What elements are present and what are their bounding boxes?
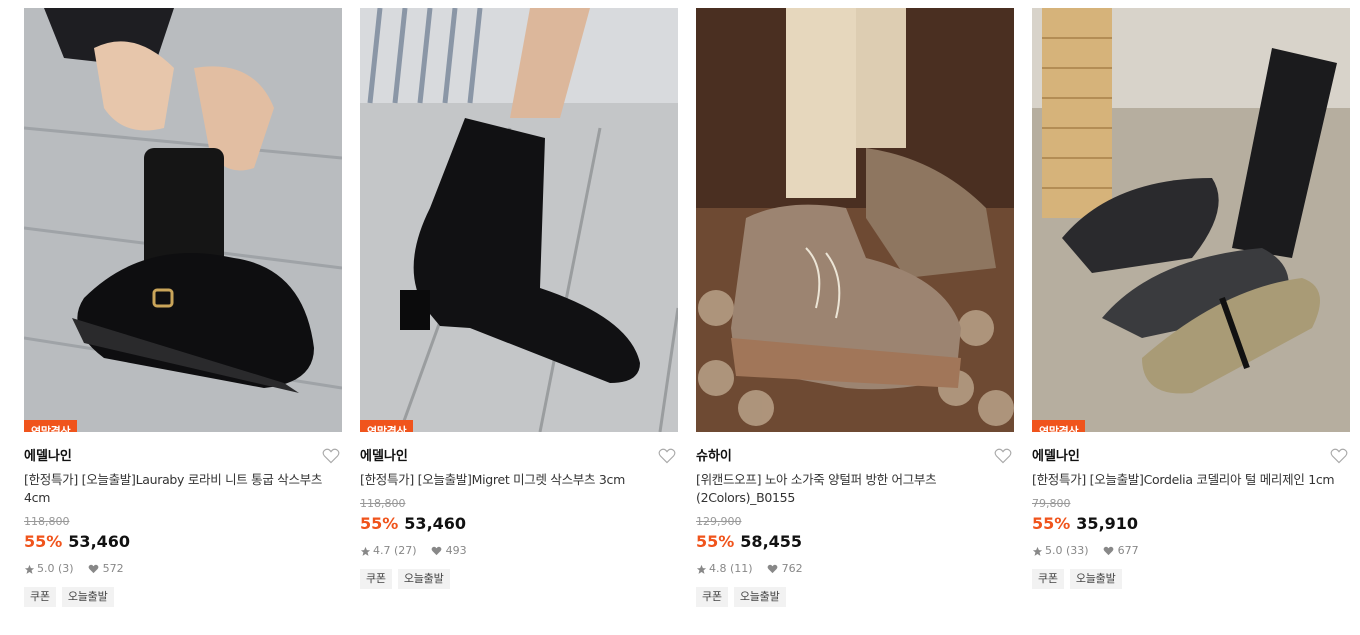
tag-coupon: 쿠폰 — [1032, 569, 1064, 589]
product-image[interactable] — [696, 8, 1014, 432]
star-icon — [1032, 546, 1043, 556]
star-icon — [24, 564, 35, 574]
black-sock-boot-photo-icon — [360, 8, 678, 432]
tag-today-ship: 오늘출발 — [397, 569, 450, 589]
like-heart-icon — [88, 564, 98, 574]
product-name[interactable]: [한정특가] [오늘출발]Cordelia 코델리아 털 메리제인 1cm — [1032, 471, 1350, 489]
like-heart-icon — [767, 564, 777, 574]
like-count: 572 — [102, 562, 124, 575]
wishlist-heart-icon[interactable] — [994, 448, 1012, 464]
tag-coupon: 쿠폰 — [360, 569, 392, 589]
wishlist-heart-icon[interactable] — [658, 448, 676, 464]
rating: 5.0 (33) — [1045, 544, 1089, 557]
event-badge: 연말결산 — [24, 420, 78, 432]
discount-rate: 55% — [24, 532, 63, 551]
star-icon — [696, 564, 707, 574]
brand-name[interactable]: 에델나인 — [360, 447, 678, 467]
rating: 4.8 (11) — [709, 562, 753, 575]
star-icon — [360, 546, 371, 556]
wishlist-heart-icon[interactable] — [1330, 448, 1348, 464]
discount-rate: 55% — [696, 532, 735, 551]
discount-rate: 55% — [360, 514, 399, 533]
like-count: 762 — [781, 562, 803, 575]
like-count: 493 — [445, 544, 467, 557]
event-badge: 연말결산 — [1032, 420, 1086, 432]
like-count: 677 — [1117, 544, 1139, 557]
original-price: 118,800 — [24, 515, 70, 528]
product-image[interactable]: 연말결산 — [1032, 8, 1350, 432]
tag-today-ship: 오늘출발 — [61, 587, 114, 607]
product-card[interactable]: 슈하이 [위캔드오프] 노아 소가죽 양털퍼 방한 어그부츠 (2Colors)… — [696, 8, 1014, 607]
wishlist-heart-icon[interactable] — [322, 448, 340, 464]
suede-fur-boots-photo-icon — [696, 8, 1014, 432]
sale-price: 58,455 — [740, 532, 803, 551]
product-name[interactable]: [한정특가] [오늘출발]Migret 미그렛 삭스부츠 3cm — [360, 471, 678, 489]
sale-price: 53,460 — [404, 514, 467, 533]
tag-coupon: 쿠폰 — [24, 587, 56, 607]
product-card[interactable]: 연말결산 에델나인 [한정특가] [오늘출발]Cordelia 코델리아 털 메… — [1032, 8, 1350, 589]
brand-name[interactable]: 에델나인 — [1032, 447, 1350, 467]
product-grid: 연말결산 에델나인 [한정특가] [오늘출발]Lauraby 로라비 니트 통굽… — [24, 8, 1350, 628]
black-loafer-photo-icon — [24, 8, 342, 432]
original-price: 129,900 — [696, 515, 742, 528]
product-image[interactable]: 연말결산 — [24, 8, 342, 432]
product-card[interactable]: 연말결산 에델나인 [한정특가] [오늘출발]Lauraby 로라비 니트 통굽… — [24, 8, 342, 607]
rating: 5.0 (3) — [37, 562, 74, 575]
product-image[interactable]: 연말결산 — [360, 8, 678, 432]
like-heart-icon — [1103, 546, 1113, 556]
event-badge: 연말결산 — [360, 420, 414, 432]
mary-jane-flats-photo-icon — [1032, 8, 1350, 432]
tag-today-ship: 오늘출발 — [733, 587, 786, 607]
tag-today-ship: 오늘출발 — [1069, 569, 1122, 589]
original-price: 118,800 — [360, 497, 406, 510]
tag-coupon: 쿠폰 — [696, 587, 728, 607]
sale-price: 53,460 — [68, 532, 131, 551]
product-name[interactable]: [한정특가] [오늘출발]Lauraby 로라비 니트 통굽 삭스부츠 4cm — [24, 471, 342, 507]
sale-price: 35,910 — [1076, 514, 1139, 533]
product-name[interactable]: [위캔드오프] 노아 소가죽 양털퍼 방한 어그부츠 (2Colors)_B01… — [696, 471, 1014, 507]
brand-name[interactable]: 에델나인 — [24, 447, 342, 467]
discount-rate: 55% — [1032, 514, 1071, 533]
brand-name[interactable]: 슈하이 — [696, 447, 1014, 467]
original-price: 79,800 — [1032, 497, 1071, 510]
rating: 4.7 (27) — [373, 544, 417, 557]
product-card[interactable]: 연말결산 에델나인 [한정특가] [오늘출발]Migret 미그렛 삭스부츠 3… — [360, 8, 678, 589]
like-heart-icon — [431, 546, 441, 556]
